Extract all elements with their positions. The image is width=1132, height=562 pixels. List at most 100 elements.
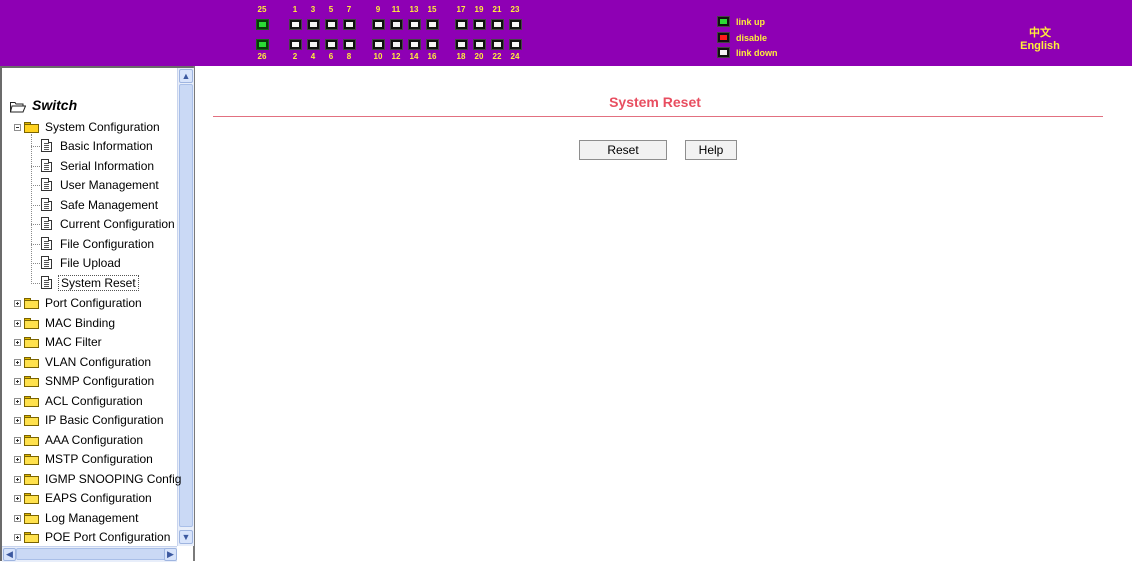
- legend-link-down-label: link down: [736, 48, 778, 58]
- port-icon[interactable]: [509, 39, 522, 50]
- port-icon[interactable]: [491, 39, 504, 50]
- language-chinese-link[interactable]: 中文: [1000, 24, 1080, 40]
- expand-icon[interactable]: [14, 378, 21, 385]
- tree-item-user-management[interactable]: User Management: [41, 176, 161, 194]
- expand-icon[interactable]: [14, 456, 21, 463]
- tree-item-basic-information[interactable]: Basic Information: [41, 137, 155, 155]
- tree-connector: [31, 282, 40, 284]
- scroll-left-icon[interactable]: ◀: [3, 548, 16, 561]
- expand-icon[interactable]: [14, 397, 21, 405]
- expand-icon[interactable]: [14, 300, 21, 307]
- tree-item-file-upload[interactable]: File Upload: [41, 254, 123, 272]
- port-icon[interactable]: [509, 19, 522, 30]
- port-link-up-icon: [717, 16, 730, 27]
- expand-icon[interactable]: [14, 534, 21, 541]
- tree-connector: [31, 134, 32, 282]
- tree-item-file-configuration[interactable]: File Configuration: [41, 235, 156, 253]
- port-icon[interactable]: [343, 19, 356, 30]
- open-folder-icon: [10, 102, 26, 113]
- port-number-top: 9: [375, 5, 381, 14]
- collapse-icon[interactable]: [14, 124, 21, 131]
- document-icon: [41, 256, 52, 269]
- tree-item-label: User Management: [60, 178, 159, 192]
- port-25-icon[interactable]: [256, 19, 269, 30]
- folder-icon: [24, 337, 40, 348]
- tree-group-snmp-configuration[interactable]: SNMP Configuration: [14, 372, 156, 390]
- tree-group-label: ACL Configuration: [45, 393, 143, 408]
- port-icon[interactable]: [390, 39, 403, 50]
- port-icon[interactable]: [325, 39, 338, 50]
- tree-item-serial-information[interactable]: Serial Information: [41, 157, 156, 175]
- port-26-icon[interactable]: [256, 39, 269, 50]
- port-icon[interactable]: [390, 19, 403, 30]
- tree-group-ip-basic-configuration[interactable]: IP Basic Configuration: [14, 411, 166, 429]
- expand-icon[interactable]: [14, 319, 21, 327]
- scroll-up-icon[interactable]: ▲: [179, 69, 193, 83]
- tree-item-current-configuration[interactable]: Current Configuration: [41, 215, 177, 233]
- reset-button[interactable]: Reset: [579, 140, 667, 160]
- port-icon[interactable]: [372, 19, 385, 30]
- port-icon[interactable]: [307, 19, 320, 30]
- tree-group-log-management[interactable]: Log Management: [14, 509, 140, 527]
- port-number-bottom: 20: [474, 52, 484, 61]
- folder-icon: [24, 317, 40, 329]
- tree-group-mac-filter[interactable]: MAC Filter: [14, 333, 104, 351]
- tree-horizontal-scrollbar[interactable]: ◀ ▶: [2, 546, 177, 562]
- port-number-top: 19: [474, 5, 484, 14]
- tree-group-system-configuration[interactable]: System Configuration: [14, 118, 162, 136]
- tree-group-igmp-snooping-config[interactable]: IGMP SNOOPING Config: [14, 470, 183, 488]
- tree-group-mac-binding[interactable]: MAC Binding: [14, 314, 117, 332]
- top-banner: 25 26 1 2 3 4 5 6 7 8 9 10 11 12 13 14 15 16 17 18 19 20 21 2…: [0, 0, 1132, 66]
- port-icon[interactable]: [289, 19, 302, 30]
- port-icon[interactable]: [473, 39, 486, 50]
- expand-icon[interactable]: [14, 358, 21, 366]
- port-icon[interactable]: [289, 39, 302, 50]
- tree-group-acl-configuration[interactable]: ACL Configuration: [14, 392, 145, 410]
- port-icon[interactable]: [455, 19, 468, 30]
- scroll-down-icon[interactable]: ▼: [179, 530, 193, 544]
- document-icon: [41, 275, 52, 289]
- port-icon[interactable]: [426, 39, 439, 50]
- port-icon[interactable]: [307, 39, 320, 50]
- tree-group-vlan-configuration[interactable]: VLAN Configuration: [14, 353, 153, 371]
- port-icon[interactable]: [426, 19, 439, 30]
- scrollbar-thumb[interactable]: [179, 84, 193, 527]
- tree-connector: [31, 243, 40, 245]
- horizontal-scrollbar-thumb[interactable]: [16, 548, 166, 560]
- port-number-bottom: 2: [292, 52, 298, 61]
- tree-group-mstp-configuration[interactable]: MSTP Configuration: [14, 450, 155, 468]
- tree-group-poe-port-configuration[interactable]: POE Port Configuration: [14, 528, 172, 546]
- scroll-right-icon[interactable]: ▶: [164, 548, 177, 561]
- port-number-top: 11: [391, 5, 401, 14]
- legend-disable-label: disable: [736, 33, 768, 43]
- expand-icon[interactable]: [14, 417, 21, 424]
- expand-icon[interactable]: [14, 436, 21, 444]
- tree-group-eaps-configuration[interactable]: EAPS Configuration: [14, 489, 154, 507]
- tree-group-label: MAC Binding: [45, 315, 116, 330]
- port-number-bottom: 14: [409, 52, 419, 61]
- folder-icon: [24, 356, 40, 368]
- help-button[interactable]: Help: [685, 140, 737, 160]
- port-number-top: 13: [409, 5, 419, 14]
- tree-group-port-configuration[interactable]: Port Configuration: [14, 294, 144, 312]
- port-disable-icon: [717, 32, 730, 43]
- expand-icon[interactable]: [14, 475, 21, 483]
- expand-icon[interactable]: [14, 339, 21, 346]
- tree-item-system-reset[interactable]: System Reset: [41, 274, 139, 292]
- language-english-link[interactable]: English: [1000, 40, 1080, 52]
- port-icon[interactable]: [343, 39, 356, 50]
- expand-icon[interactable]: [14, 514, 21, 522]
- port-icon[interactable]: [455, 39, 468, 50]
- port-icon[interactable]: [491, 19, 504, 30]
- expand-icon[interactable]: [14, 495, 21, 502]
- tree-group-aaa-configuration[interactable]: AAA Configuration: [14, 431, 145, 449]
- port-icon[interactable]: [408, 19, 421, 30]
- tree-item-label: Current Configuration: [60, 217, 175, 231]
- tree-group-label: MAC Filter: [45, 335, 102, 349]
- port-icon[interactable]: [325, 19, 338, 30]
- tree-connector: [31, 224, 40, 225]
- port-icon[interactable]: [372, 39, 385, 50]
- tree-item-safe-management[interactable]: Safe Management: [41, 196, 160, 214]
- port-icon[interactable]: [473, 19, 486, 30]
- port-icon[interactable]: [408, 39, 421, 50]
